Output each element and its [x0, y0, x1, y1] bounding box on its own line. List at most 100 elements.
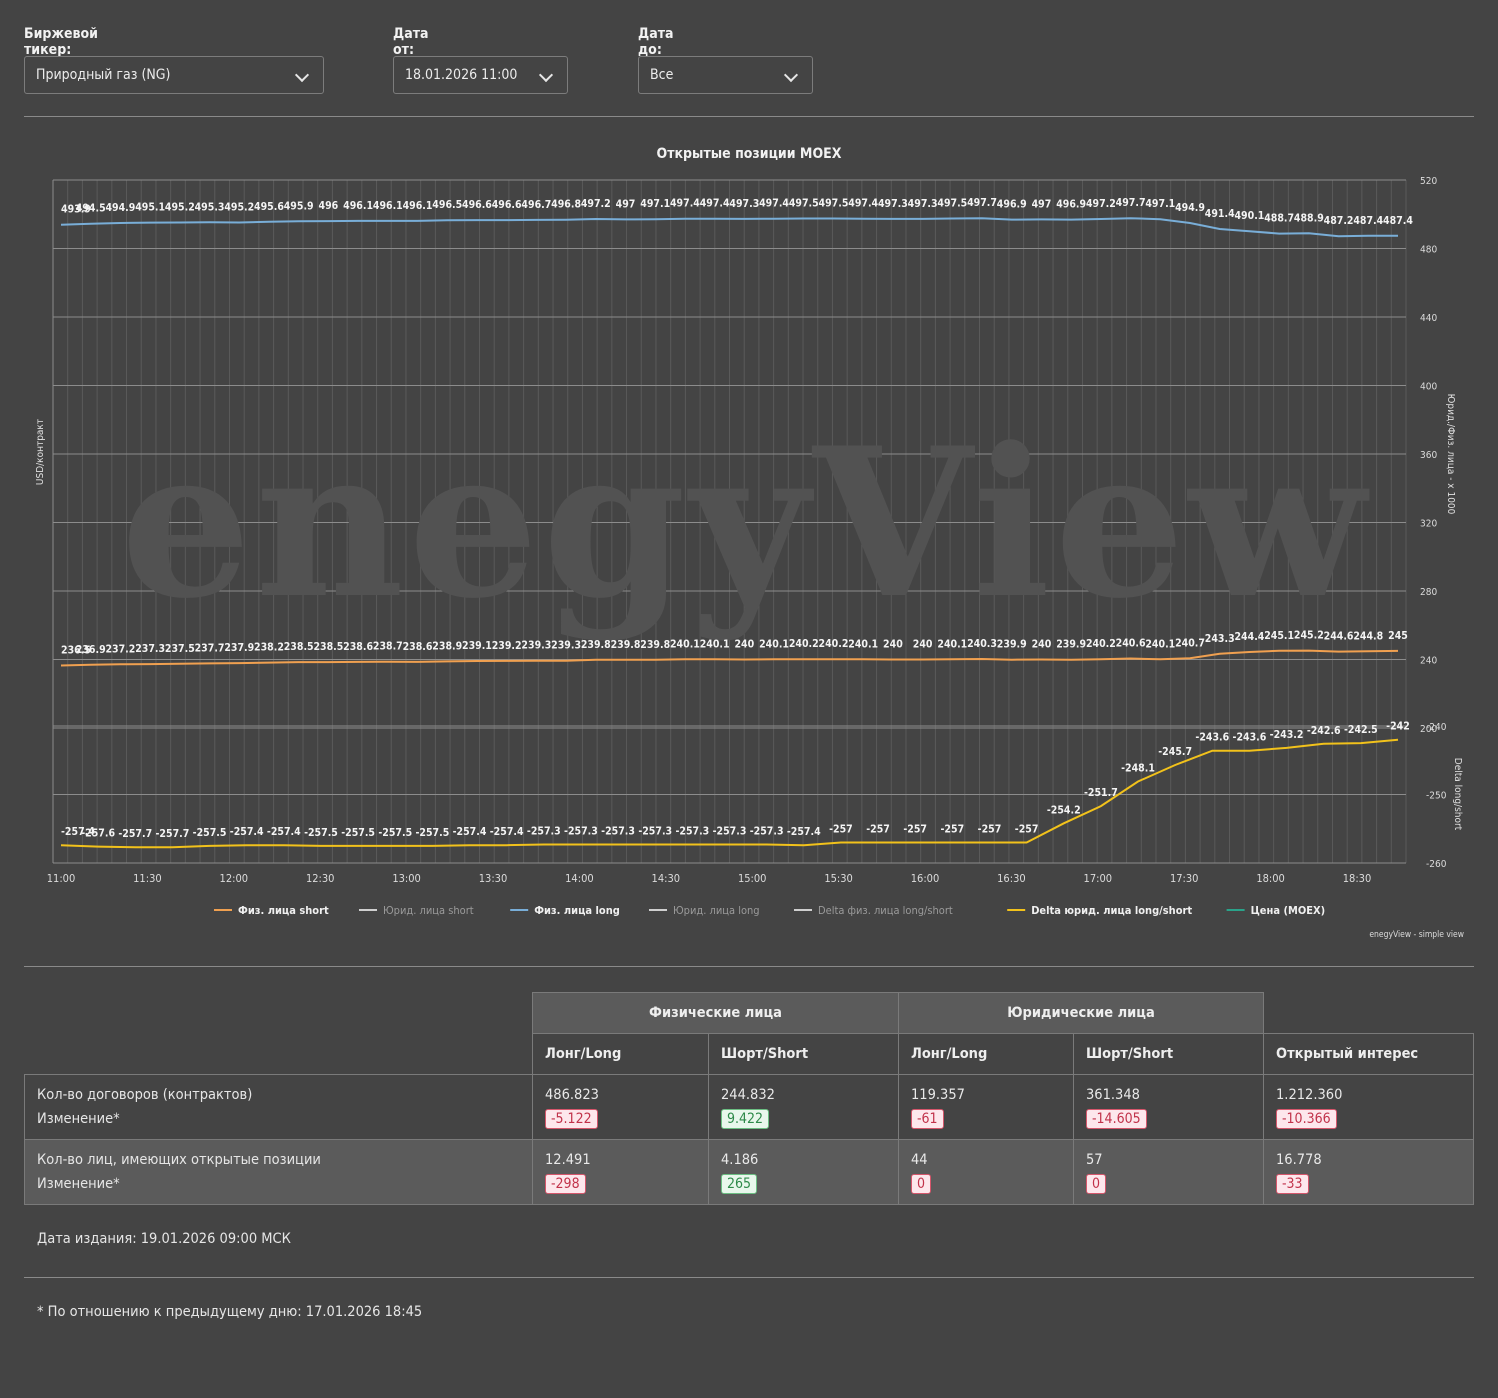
open-positions-chart: 520480440400360320280240200-240-250-260e… — [35, 146, 1464, 940]
data-label: 494.5 — [76, 203, 106, 215]
data-label: 245.2 — [1294, 630, 1324, 642]
legend-item[interactable]: Delta юрид. лица long/short — [1031, 904, 1192, 917]
y-tick-label: 320 — [1420, 519, 1437, 530]
data-label: 240.1 — [848, 638, 878, 650]
data-label: 240.1 — [759, 638, 789, 650]
data-label: 237.3 — [135, 643, 165, 655]
data-label: 497.1 — [1145, 198, 1175, 210]
chevron-down-icon — [294, 67, 310, 83]
data-label: 496.1 — [403, 200, 433, 212]
data-label: 497.2 — [581, 198, 611, 210]
data-label: 496.6 — [462, 199, 492, 211]
data-label: 497.4 — [670, 198, 700, 210]
data-label: 240.7 — [1175, 637, 1205, 649]
x-tick-label: 17:30 — [1170, 872, 1199, 885]
change-badge: -10.366 — [1276, 1109, 1337, 1129]
data-label: 495.1 — [135, 202, 165, 214]
ticker-filter: Биржевой тикер: Природный газ (NG) — [24, 26, 324, 94]
table-cell: 12.491 -298 — [532, 1139, 709, 1205]
data-label: -257.3 — [750, 826, 784, 838]
data-label: 488.7 — [1264, 213, 1294, 225]
row-label: Кол-во лиц, имеющих открытые позиции Изме… — [24, 1139, 533, 1205]
data-label: 237.7 — [195, 642, 225, 654]
x-tick-label: 16:30 — [997, 872, 1026, 885]
data-label: 240 — [913, 639, 933, 651]
ticker-select[interactable]: Природный газ (NG) — [24, 56, 324, 94]
data-label: 238.7 — [373, 641, 403, 653]
data-label: 244.6 — [1324, 631, 1354, 643]
data-label: 495.3 — [195, 201, 225, 213]
cell-value: 244.832 — [721, 1087, 775, 1103]
date-to-select[interactable]: Все — [638, 56, 813, 94]
publish-date: Дата издания: 19.01.2026 09:00 МСК — [37, 1231, 291, 1247]
legend-item[interactable]: Цена (MOEX) — [1251, 904, 1326, 917]
x-tick-label: 18:30 — [1343, 872, 1372, 885]
change-badge: -5.122 — [545, 1109, 598, 1129]
data-label: 490.1 — [1234, 210, 1264, 222]
y-tick-label: 440 — [1420, 313, 1437, 324]
data-label: -248.1 — [1121, 762, 1155, 774]
data-label: -257.5 — [415, 827, 449, 839]
data-label: 238.2 — [254, 642, 284, 654]
date-to-filter: Дата до: Все — [638, 26, 813, 94]
data-label: -257 — [1015, 823, 1039, 835]
data-label: 239.3 — [521, 640, 551, 652]
data-label: 487.4 — [1353, 215, 1383, 227]
y-tick-label: 240 — [1420, 656, 1437, 667]
y-tick-label: -250 — [1426, 791, 1447, 802]
data-label: -243.2 — [1270, 729, 1304, 741]
x-tick-label: 11:30 — [133, 872, 162, 885]
data-label: -257 — [866, 823, 890, 835]
data-label: -257.3 — [601, 826, 635, 838]
data-label: 238.6 — [403, 641, 433, 653]
data-label: 495.2 — [224, 201, 254, 213]
data-label: 237.9 — [224, 642, 254, 654]
data-label: 494.9 — [105, 202, 135, 214]
data-label: 496.5 — [432, 199, 462, 211]
col-header: Лонг/Long — [532, 1033, 709, 1075]
data-label: 494.9 — [1175, 202, 1205, 214]
legend-item[interactable]: Юрид. лица long — [673, 904, 760, 917]
table-cell: 1.212.360 -10.366 — [1263, 1074, 1474, 1140]
col-header: Шорт/Short — [1073, 1033, 1264, 1075]
change-badge: -61 — [911, 1109, 944, 1129]
cell-value: 486.823 — [545, 1087, 599, 1103]
legend-item[interactable]: Delta физ. лица long/short — [818, 904, 953, 917]
data-label: 238.9 — [432, 640, 462, 652]
legend-item[interactable]: Физ. лица short — [238, 904, 329, 917]
date-from-label: Дата от: — [393, 26, 429, 58]
data-label: 497.7 — [1116, 197, 1146, 209]
data-label: 491.4 — [1205, 208, 1235, 220]
y-axis-title-delta: Delta long/short — [1452, 758, 1463, 831]
data-label: 487.2 — [1324, 215, 1354, 227]
data-label: 239.9 — [997, 639, 1027, 651]
y-tick-label: 480 — [1420, 245, 1437, 256]
data-label: -257.5 — [378, 827, 412, 839]
change-badge: -298 — [545, 1174, 586, 1194]
data-label: 487.4 — [1383, 215, 1413, 227]
data-label: 239.8 — [640, 639, 670, 651]
data-label: -257.6 — [81, 828, 115, 840]
x-tick-label: 13:00 — [392, 872, 421, 885]
footnote: * По отношению к предыдущему дню: 17.01.… — [37, 1304, 423, 1320]
cell-value: 44 — [911, 1152, 928, 1168]
watermark: enegyView — [121, 404, 1370, 644]
legend-item[interactable]: Физ. лица long — [534, 904, 620, 917]
data-label: -242.6 — [1307, 725, 1341, 737]
y-tick-label: 360 — [1420, 450, 1437, 461]
data-label: 495.2 — [165, 201, 195, 213]
x-tick-label: 16:00 — [911, 872, 940, 885]
data-label: 497.2 — [1086, 198, 1116, 210]
data-label: 497.7 — [967, 197, 997, 209]
change-badge: 0 — [1086, 1174, 1107, 1194]
date-from-select[interactable]: 18.01.2026 11:00 — [393, 56, 568, 94]
ticker-label: Биржевой тикер: — [24, 26, 98, 58]
legend-item[interactable]: Юрид. лица short — [383, 904, 474, 917]
data-label: 240.2 — [1086, 638, 1116, 650]
data-label: 238.6 — [343, 641, 373, 653]
data-label: 239.9 — [1056, 639, 1086, 651]
col-header: Лонг/Long — [898, 1033, 1074, 1075]
cell-value: 12.491 — [545, 1152, 591, 1168]
data-label: 497.3 — [908, 198, 938, 210]
data-label: 240 — [734, 639, 754, 651]
